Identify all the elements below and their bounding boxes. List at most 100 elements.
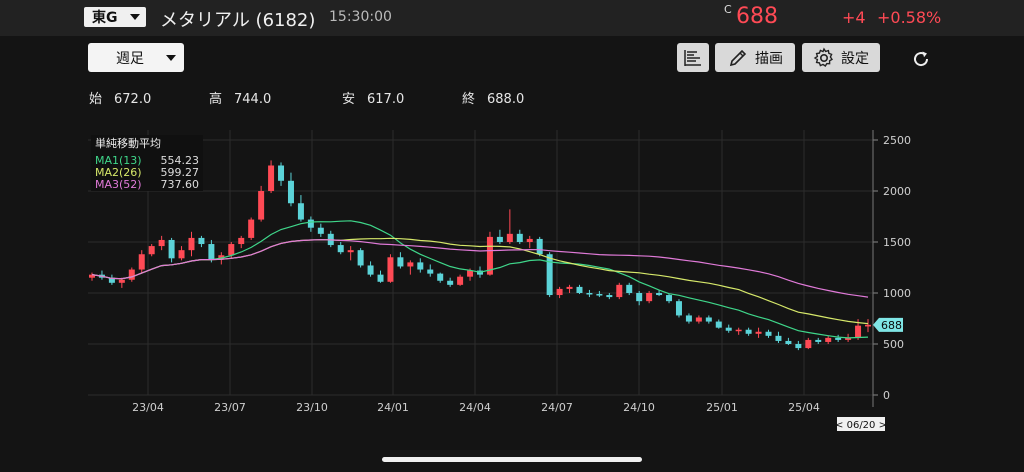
x-tick-label: 23/10 bbox=[296, 401, 328, 414]
candle-body bbox=[695, 317, 702, 322]
candle-body bbox=[685, 315, 692, 322]
candle-body bbox=[307, 219, 314, 228]
low-value: 617.0 bbox=[367, 92, 405, 107]
candle-body bbox=[317, 227, 324, 234]
ma-line-1 bbox=[91, 220, 869, 339]
close-label: 終 bbox=[462, 92, 476, 107]
candle-body bbox=[705, 317, 712, 322]
y-tick-label: 2500 bbox=[883, 134, 911, 147]
y-tick-label: 1500 bbox=[883, 236, 911, 249]
candle-body bbox=[208, 244, 215, 260]
candle-body bbox=[536, 238, 543, 255]
draw-button[interactable]: 描画 bbox=[715, 43, 795, 72]
candle-body bbox=[118, 279, 125, 283]
candle-body bbox=[168, 239, 175, 259]
legend-value: 599.27 bbox=[160, 166, 200, 179]
candle-body bbox=[128, 269, 135, 280]
candle-body bbox=[795, 344, 802, 349]
refresh-icon[interactable] bbox=[910, 48, 932, 70]
candle-body bbox=[357, 250, 364, 266]
high-label: 高 bbox=[209, 92, 223, 107]
candle-body bbox=[805, 339, 812, 349]
x-tick-label: 24/10 bbox=[623, 401, 655, 414]
candle-body bbox=[646, 293, 653, 302]
chevron-down-icon bbox=[166, 55, 176, 61]
candle-body bbox=[835, 337, 842, 340]
ohlc-low: 安 617.0 bbox=[342, 88, 404, 107]
x-tick-label: 25/04 bbox=[788, 401, 820, 414]
market-select[interactable]: 東G bbox=[84, 7, 146, 27]
candle-body bbox=[516, 233, 523, 242]
price-marker: C bbox=[724, 3, 732, 16]
high-value: 744.0 bbox=[234, 92, 272, 107]
candle-body bbox=[855, 325, 862, 338]
candle-body bbox=[586, 293, 593, 295]
settings-button[interactable]: 設定 bbox=[802, 43, 880, 72]
candle-body bbox=[387, 257, 394, 282]
candle-body bbox=[596, 294, 603, 296]
y-tick-label: 500 bbox=[883, 338, 904, 351]
candle-body bbox=[666, 295, 673, 302]
price-change: +4 bbox=[842, 8, 866, 27]
price-chart[interactable]: 2500 2000 1500 1000 500 0 23/04 23/07 23/10 24/01… bbox=[88, 130, 918, 432]
candle-body bbox=[865, 324, 871, 327]
legend-name: MA2(26) bbox=[95, 166, 142, 179]
candle-body bbox=[506, 233, 513, 242]
candle-body bbox=[566, 286, 573, 289]
candle-body bbox=[745, 329, 752, 334]
market-label: 東G bbox=[92, 10, 118, 26]
legend-value: 737.60 bbox=[160, 178, 200, 191]
gear-icon bbox=[813, 46, 833, 67]
candle-body bbox=[268, 165, 275, 191]
candle-body bbox=[467, 270, 474, 277]
candle-body bbox=[437, 273, 444, 281]
ohlc-close: 終 688.0 bbox=[462, 88, 524, 107]
candle-body bbox=[278, 165, 285, 181]
x-tick-label: 23/04 bbox=[132, 401, 164, 414]
candle-body bbox=[377, 274, 384, 282]
candle-body bbox=[775, 335, 782, 341]
current-price: 688 bbox=[736, 4, 778, 29]
candle-body bbox=[158, 239, 165, 247]
candle-body bbox=[636, 293, 643, 302]
period-label: 週足 bbox=[116, 50, 144, 67]
ohlc-open: 始 672.0 bbox=[89, 88, 151, 107]
legend-name: MA1(13) bbox=[95, 154, 142, 167]
candle-body bbox=[815, 339, 822, 342]
x-tick-label: 23/07 bbox=[214, 401, 246, 414]
price-change-percent: +0.58% bbox=[877, 8, 942, 27]
pencil-icon bbox=[729, 49, 747, 66]
legend-title: 単純移動平均 bbox=[95, 137, 161, 150]
candle-body bbox=[526, 238, 533, 242]
candle-body bbox=[337, 245, 344, 253]
settings-label: 設定 bbox=[841, 50, 869, 67]
last-price-label: 688 bbox=[881, 319, 902, 332]
y-tick-label: 2000 bbox=[883, 185, 911, 198]
x-tick-label: 24/04 bbox=[459, 401, 491, 414]
y-tick-label: 0 bbox=[883, 389, 890, 402]
candle-body bbox=[258, 191, 265, 220]
candle-body bbox=[248, 219, 255, 238]
open-value: 672.0 bbox=[114, 92, 152, 107]
candle-body bbox=[755, 331, 762, 334]
candle-body bbox=[417, 262, 424, 270]
list-icon bbox=[684, 49, 701, 66]
y-tick-label: 1000 bbox=[883, 287, 911, 300]
ma-legend: 単純移動平均 MA1(13) 554.23 MA2(26) 599.27 MA3… bbox=[91, 135, 203, 191]
candle-body bbox=[407, 262, 414, 267]
candle-body bbox=[198, 237, 205, 245]
candle-body bbox=[148, 246, 155, 255]
candle-body bbox=[626, 284, 633, 293]
candle-body bbox=[178, 250, 185, 259]
top-bar: 東G メタリアル (6182) 15:30:00 C 688 +4 +0.58% bbox=[0, 0, 1024, 36]
candle-body bbox=[606, 295, 613, 298]
period-select[interactable]: 週足 bbox=[88, 43, 184, 72]
candle-body bbox=[228, 244, 235, 256]
candle-body bbox=[735, 329, 742, 332]
candle-body bbox=[825, 337, 832, 342]
candle-body bbox=[576, 286, 583, 293]
indicator-list-button[interactable] bbox=[677, 43, 709, 72]
x-tick-label: 24/07 bbox=[541, 401, 573, 414]
x-tick-label: 24/01 bbox=[377, 401, 409, 414]
candle-body bbox=[238, 237, 245, 245]
